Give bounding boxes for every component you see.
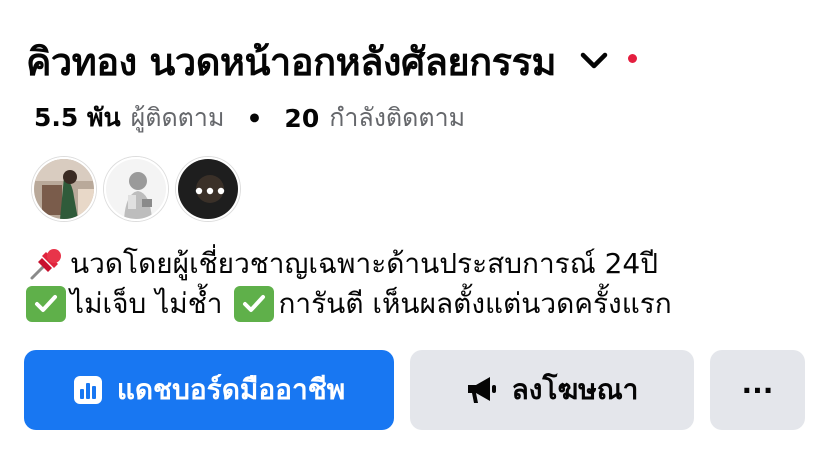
bio-text-2b: การันตี เห็นผลตั้งแต่นวดครั้งแรก (278, 287, 672, 320)
following-count[interactable]: 20 (284, 104, 319, 133)
page-bio: นวดโดยผู้เชี่ยวชาญเฉพาะด้านประสบการณ์ 24… (26, 244, 672, 324)
bio-text-2a: ไม่เจ็บ ไม่ช้ำ (70, 287, 223, 320)
avatar-photo-2[interactable] (104, 157, 168, 221)
chevron-down-icon[interactable] (574, 41, 614, 81)
bio-line-2: ไม่เจ็บ ไม่ช้ำ การันตี เห็นผลตั้งแต่นวดค… (26, 284, 672, 324)
followers-avatar-list (32, 157, 240, 221)
advertise-button[interactable]: ลงโฆษณา (410, 350, 694, 430)
following-label[interactable]: กำลังติดตาม (329, 98, 465, 138)
more-options-button[interactable]: ··· (710, 350, 805, 430)
bio-line-1: นวดโดยผู้เชี่ยวชาญเฉพาะด้านประสบการณ์ 24… (26, 244, 672, 284)
bio-text-1: นวดโดยผู้เชี่ยวชาญเฉพาะด้านประสบการณ์ 24… (70, 247, 658, 280)
follow-stats: 5.5 พัน ผู้ติดตาม • 20 กำลังติดตาม (34, 100, 465, 136)
advertise-button-label: ลงโฆษณา (511, 373, 639, 406)
pushpin-icon (26, 244, 66, 284)
megaphone-icon (466, 375, 498, 405)
more-horizontal-icon[interactable] (176, 157, 240, 221)
more-horizontal-icon: ··· (741, 373, 774, 407)
stats-separator: • (246, 103, 263, 133)
professional-dashboard-button[interactable]: แดชบอร์ดมืออาชีพ (24, 350, 394, 430)
notification-dot (628, 53, 638, 63)
dashboard-button-label: แดชบอร์ดมืออาชีพ (116, 373, 346, 406)
check-mark-button-icon (26, 286, 66, 322)
bar-chart-icon (73, 375, 103, 405)
page-title: คิวทอง นวดหน้าอกหลังศัลยกรรม (26, 39, 557, 84)
page-header: คิวทอง นวดหน้าอกหลังศัลยกรรม (26, 36, 638, 86)
followers-count[interactable]: 5.5 พัน (34, 98, 121, 138)
avatar-photo-1[interactable] (32, 157, 96, 221)
check-mark-button-icon (234, 286, 275, 322)
followers-label[interactable]: ผู้ติดตาม (131, 98, 225, 138)
